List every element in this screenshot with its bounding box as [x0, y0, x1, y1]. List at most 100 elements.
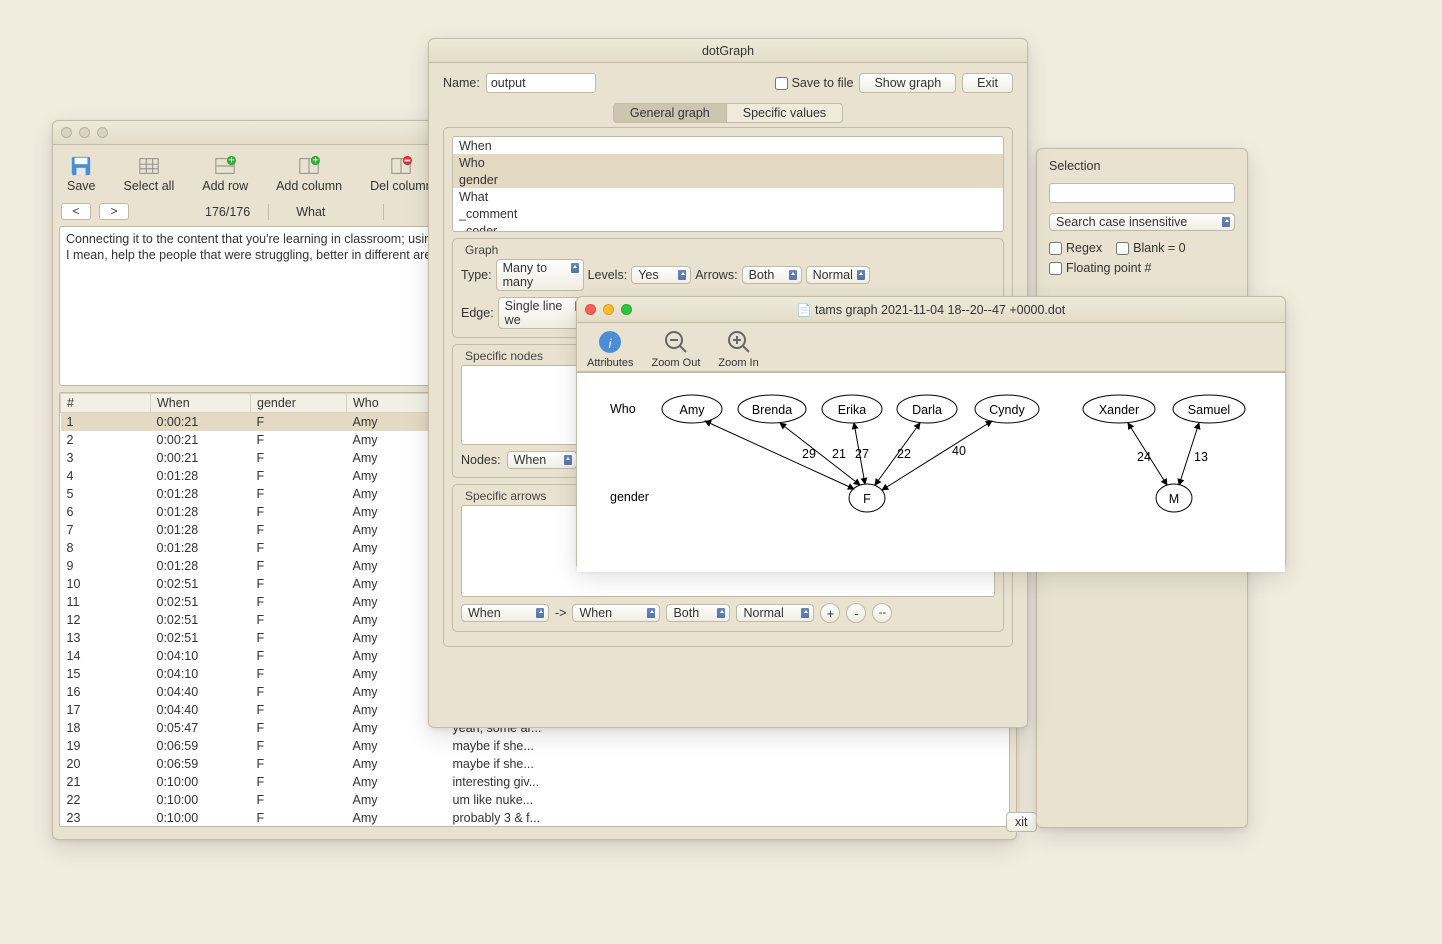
field-list-item[interactable]: _coder [453, 222, 1003, 232]
svg-text:Brenda: Brenda [752, 403, 792, 417]
svg-text:22: 22 [897, 447, 911, 461]
table-row[interactable]: 230:10:00FAmyprobably 3 & f... [61, 809, 1009, 827]
arrow-clear-button[interactable]: -- [872, 603, 892, 623]
floating-checkbox[interactable]: Floating point # [1049, 261, 1235, 275]
hidden-exit-button[interactable]: xit [1006, 812, 1037, 832]
col-gender[interactable]: gender [251, 394, 347, 413]
svg-text:+: + [228, 155, 235, 166]
svg-text:+: + [312, 155, 319, 166]
type-select[interactable]: Many to many [496, 259, 584, 291]
col-when[interactable]: When [151, 394, 251, 413]
tab-specific-values[interactable]: Specific values [727, 103, 843, 123]
graph-node-brenda: Brenda [738, 395, 806, 423]
close-icon[interactable] [61, 127, 72, 138]
prev-button[interactable]: < [61, 203, 91, 220]
grid-plus-icon: + [212, 155, 238, 177]
exit-button[interactable]: Exit [962, 73, 1013, 93]
zoom-icon[interactable] [97, 127, 108, 138]
zoom-out-button[interactable]: Zoom Out [651, 329, 700, 369]
arrow-to-select[interactable]: When [572, 604, 660, 622]
svg-text:Samuel: Samuel [1188, 403, 1230, 417]
field-list-item[interactable]: _comment [453, 205, 1003, 222]
graph-node-cyndy: Cyndy [975, 395, 1039, 423]
table-row[interactable]: 190:06:59FAmymaybe if she... [61, 737, 1009, 755]
svg-text:M: M [1169, 492, 1179, 506]
zoom-in-button[interactable]: Zoom In [718, 329, 758, 369]
levels-select[interactable]: Yes [631, 266, 691, 284]
search-mode-select[interactable]: Search case insensitive [1049, 213, 1235, 231]
show-graph-button[interactable]: Show graph [859, 73, 956, 93]
graph-node-f: F [849, 484, 885, 512]
name-label: Name: [443, 76, 480, 90]
floppy-icon [68, 155, 94, 177]
next-button[interactable]: > [99, 203, 129, 220]
graph-canvas[interactable]: Who gender Amy Brenda Erika Darla Cyndy … [577, 372, 1285, 572]
col-number[interactable]: # [61, 394, 151, 413]
svg-text:Cyndy: Cyndy [989, 403, 1025, 417]
graph-node-samuel: Samuel [1173, 395, 1245, 423]
svg-text:21: 21 [832, 447, 846, 461]
minimize-icon[interactable] [79, 127, 90, 138]
dotgraph-titlebar: dotGraph [429, 39, 1027, 63]
save-to-file-checkbox[interactable]: Save to file [775, 76, 854, 90]
field-list-item[interactable]: What [453, 188, 1003, 205]
close-icon[interactable] [585, 304, 596, 315]
name-input[interactable] [486, 73, 596, 93]
edge-select[interactable]: Single line we [498, 297, 588, 329]
select-all-button[interactable]: Select all [124, 155, 175, 193]
arrow-add-button[interactable]: + [820, 603, 840, 623]
zoom-in-icon [726, 329, 752, 355]
zoom-out-icon [663, 329, 689, 355]
arrow-style-select[interactable]: Normal [736, 604, 814, 622]
field-list-item[interactable]: When [453, 137, 1003, 154]
table-row[interactable]: 220:10:00FAmyum like nuke... [61, 791, 1009, 809]
arrow-remove-button[interactable]: - [846, 603, 866, 623]
regex-checkbox[interactable]: Regex [1049, 241, 1102, 255]
minimize-icon[interactable] [603, 304, 614, 315]
field-list-item[interactable]: gender [453, 171, 1003, 188]
svg-text:27: 27 [855, 447, 869, 461]
table-row[interactable]: 200:06:59FAmymaybe if she... [61, 755, 1009, 773]
svg-text:Xander: Xander [1099, 403, 1139, 417]
graph-viewer-window: 📄 tams graph 2021-11-04 18--20--47 +0000… [576, 296, 1286, 570]
grid-plus-col-icon: + [296, 155, 322, 177]
svg-text:40: 40 [952, 444, 966, 458]
svg-text:13: 13 [1194, 450, 1208, 464]
svg-text:Darla: Darla [912, 403, 942, 417]
arrow-dir-select[interactable]: Both [666, 604, 730, 622]
blank0-checkbox[interactable]: Blank = 0 [1116, 241, 1185, 255]
graph-node-erika: Erika [822, 395, 882, 423]
add-column-button[interactable]: + Add column [276, 155, 342, 193]
graph-node-m: M [1156, 484, 1192, 512]
grid-minus-icon [388, 155, 414, 177]
arrows-select[interactable]: Both [742, 266, 802, 284]
graph-viewer-titlebar: 📄 tams graph 2021-11-04 18--20--47 +0000… [577, 297, 1285, 323]
svg-text:F: F [863, 492, 871, 506]
add-row-button[interactable]: + Add row [202, 155, 248, 193]
tab-general-graph[interactable]: General graph [613, 103, 727, 123]
graph-node-darla: Darla [897, 395, 957, 423]
graph-row-who: Who [610, 402, 636, 416]
selection-title: Selection [1049, 159, 1235, 173]
grid-icon [136, 155, 162, 177]
table-row[interactable]: 210:10:00FAmyinteresting giv... [61, 773, 1009, 791]
field-listbox[interactable]: WhenWhogenderWhat_comment_coder [452, 136, 1004, 232]
selection-search-input[interactable] [1049, 183, 1235, 203]
del-column-button[interactable]: Del column [370, 155, 433, 193]
style-select[interactable]: Normal [806, 266, 870, 284]
info-icon: i [597, 329, 623, 355]
save-button[interactable]: Save [67, 155, 96, 193]
arrow-from-select[interactable]: When [461, 604, 549, 622]
field-list-item[interactable]: Who [453, 154, 1003, 171]
svg-text:Amy: Amy [680, 403, 706, 417]
attributes-button[interactable]: i Attributes [587, 329, 633, 369]
graph-node-amy: Amy [662, 395, 722, 423]
graph-row-gender: gender [610, 490, 649, 504]
record-position: 176/176 [205, 205, 250, 219]
what-label: What [296, 205, 325, 219]
zoom-icon[interactable] [621, 304, 632, 315]
nodes-select[interactable]: When [507, 451, 577, 469]
svg-text:24: 24 [1137, 450, 1151, 464]
svg-text:Erika: Erika [838, 403, 867, 417]
graph-node-xander: Xander [1083, 395, 1155, 423]
